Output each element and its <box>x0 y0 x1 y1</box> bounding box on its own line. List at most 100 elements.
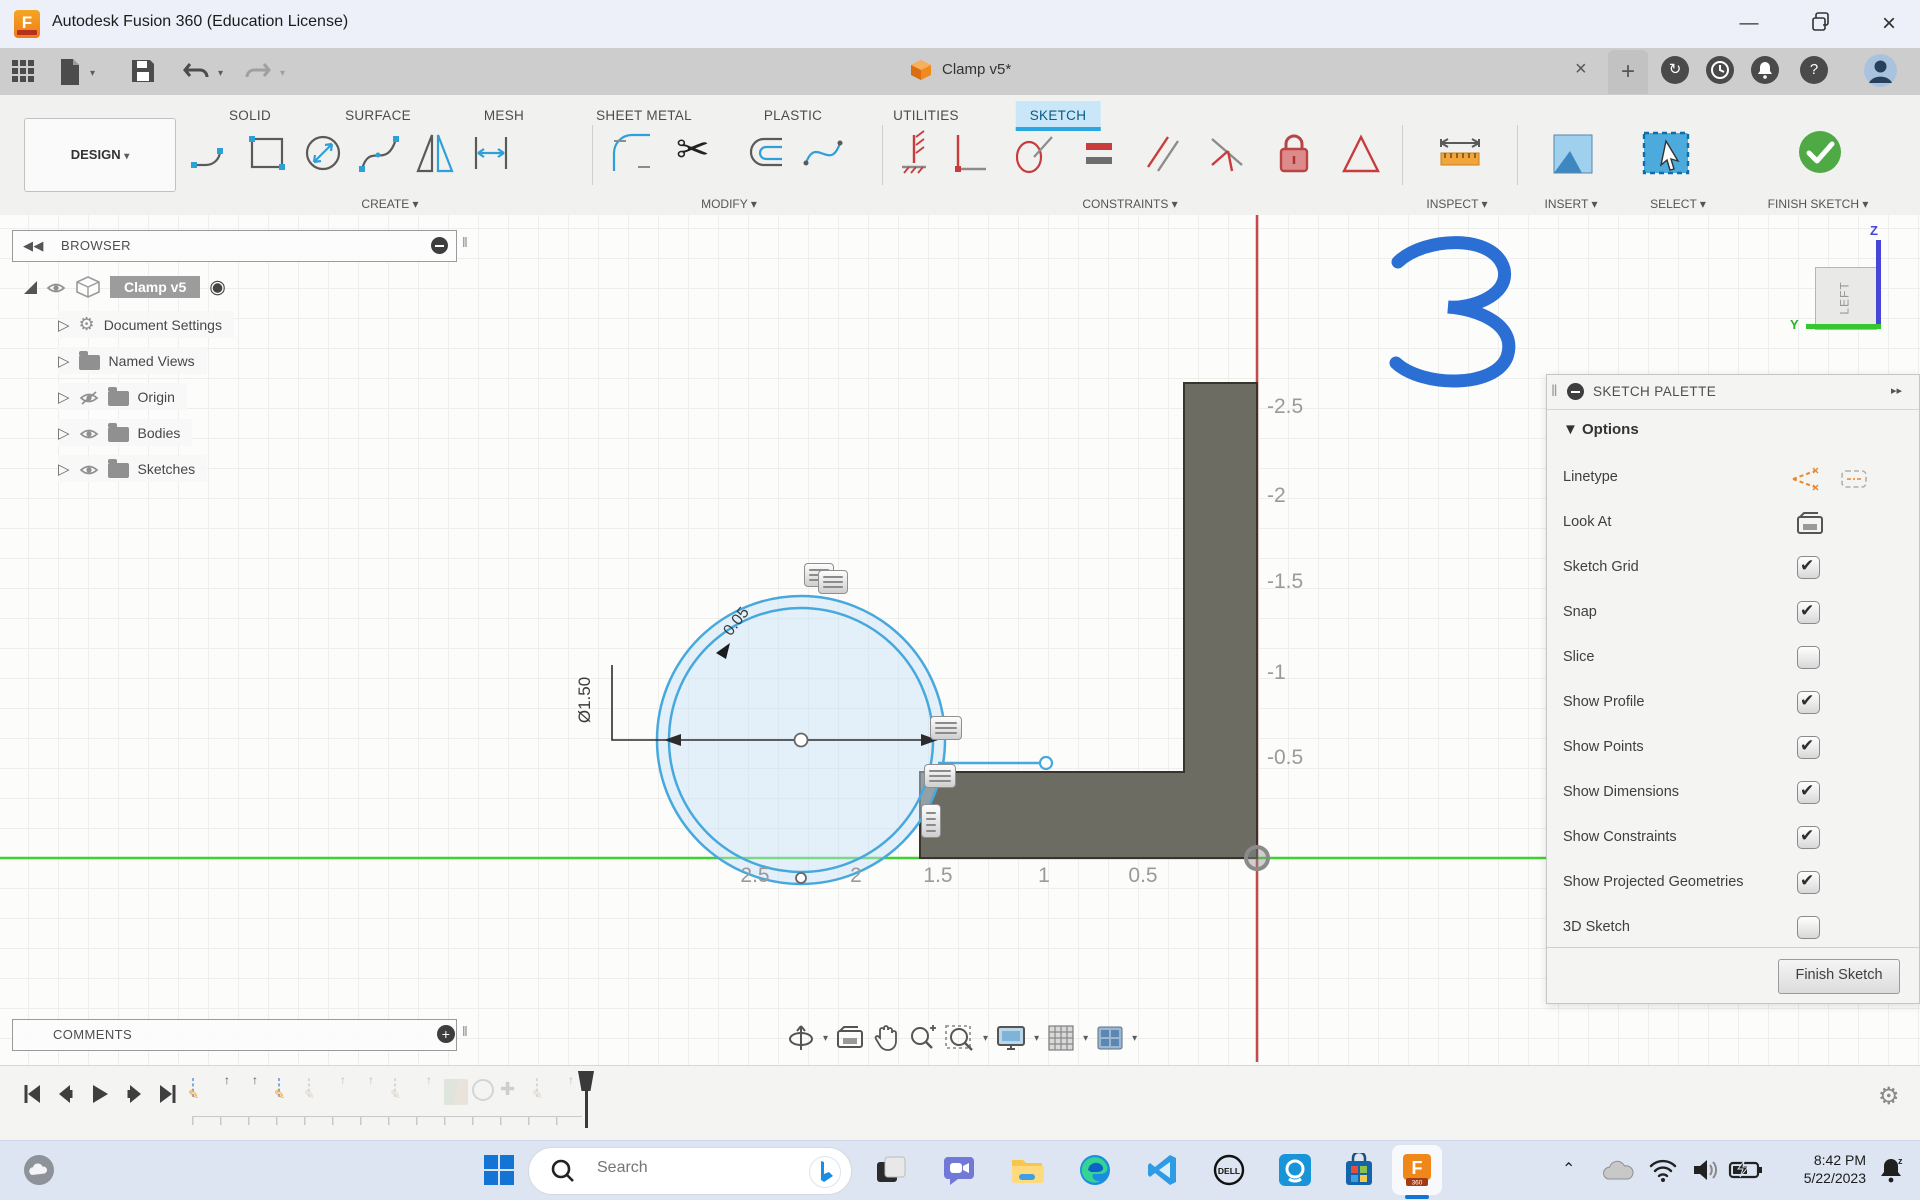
notifications-bell-icon[interactable] <box>1751 56 1779 84</box>
browser-item-document-settings[interactable]: ▷ ⚙ Document Settings <box>58 311 234 338</box>
file-explorer-icon[interactable] <box>1010 1153 1044 1187</box>
timeline-feature-component-suppressed[interactable] <box>472 1079 494 1101</box>
timeline-feature-sketch[interactable] <box>192 1078 194 1097</box>
job-status-icon[interactable]: ↻ <box>1661 56 1689 84</box>
expand-triangle-icon[interactable] <box>24 281 37 294</box>
browser-minimize-icon[interactable] <box>431 237 448 254</box>
tray-clock[interactable]: 8:42 PM 5/22/2023 <box>1770 1151 1866 1187</box>
group-finish-sketch[interactable]: FINISH SKETCH ▾ <box>1768 197 1869 211</box>
task-view-icon[interactable] <box>874 1153 908 1187</box>
browser-root-row[interactable]: Clamp v5 ◉ <box>24 272 238 302</box>
construction-linetype-icon[interactable] <box>1789 465 1819 493</box>
origin-point[interactable] <box>1246 847 1268 869</box>
collapsed-caret-icon[interactable]: ▷ <box>58 424 70 442</box>
browser-item-sketches[interactable]: ▷ Sketches <box>58 455 207 482</box>
group-select[interactable]: SELECT ▾ <box>1650 197 1706 211</box>
parallel-constraint-icon[interactable] <box>1140 127 1186 179</box>
trim-tool-icon[interactable]: ✂ <box>676 127 722 179</box>
lock-icon[interactable] <box>1270 127 1316 179</box>
look-at-icon[interactable] <box>1795 508 1825 538</box>
offset-tool-icon[interactable] <box>742 127 788 179</box>
timeline-feature-mirror-suppressed[interactable] <box>444 1079 468 1105</box>
palette-grip-icon[interactable]: ‖ <box>1551 383 1558 401</box>
timeline-feature-sketch-suppressed[interactable] <box>536 1078 538 1097</box>
clamp-body-section[interactable] <box>920 383 1257 858</box>
collapsed-caret-icon[interactable]: ▷ <box>58 460 70 478</box>
file-icon[interactable] <box>58 58 88 86</box>
save-icon[interactable] <box>130 58 160 86</box>
step-forward-icon[interactable] <box>122 1082 146 1106</box>
browser-panel-header[interactable]: ◀◀ BROWSER <box>12 230 457 262</box>
centerline-linetype-icon[interactable] <box>1839 465 1869 493</box>
timeline-feature-sketch-suppressed[interactable] <box>394 1078 396 1097</box>
orbit-icon[interactable] <box>786 1022 816 1054</box>
equal-constraint-icon[interactable] <box>1076 127 1122 179</box>
new-document-tab-icon[interactable]: + <box>1608 50 1648 94</box>
perpendicular-constraint-icon[interactable] <box>1204 127 1250 179</box>
group-insert[interactable]: INSERT ▾ <box>1545 197 1598 211</box>
palette-expand-icon[interactable]: ▸▸ <box>1891 384 1902 397</box>
group-inspect[interactable]: INSPECT ▾ <box>1426 197 1487 211</box>
fix-constraint-icon[interactable] <box>892 127 938 179</box>
view-cube[interactable]: LEFT Z Y <box>1788 225 1918 340</box>
circle-center-point[interactable] <box>795 734 808 747</box>
comments-bar[interactable]: COMMENTS + <box>12 1019 457 1051</box>
activate-radio-icon[interactable]: ◉ <box>209 276 226 299</box>
onedrive-icon[interactable] <box>1600 1157 1634 1191</box>
display-dropdown-caret[interactable]: ▾ <box>1034 1033 1039 1044</box>
undo-dropdown-caret[interactable]: ▾ <box>218 68 223 79</box>
grid-display-icon[interactable] <box>1046 1022 1076 1054</box>
close-icon[interactable]: × <box>1861 0 1917 47</box>
sketch-endpoint[interactable] <box>1040 757 1052 769</box>
browser-item-bodies[interactable]: ▷ Bodies <box>58 419 192 446</box>
window-zoom-dropdown-caret[interactable]: ▾ <box>983 1033 988 1044</box>
group-constraints[interactable]: CONSTRAINTS ▾ <box>1082 197 1177 211</box>
sketch-dimension-icon[interactable] <box>468 127 514 179</box>
weather-icon[interactable] <box>22 1153 56 1187</box>
avatar[interactable] <box>1864 54 1897 87</box>
close-document-icon[interactable]: × <box>1575 58 1587 81</box>
zoom-icon[interactable] <box>907 1022 937 1054</box>
fusion360-taskbar-icon[interactable]: F360 <box>1400 1153 1434 1187</box>
fillet-tool-icon[interactable] <box>606 127 652 179</box>
bing-icon[interactable] <box>809 1156 841 1188</box>
help-icon[interactable]: ? <box>1800 56 1828 84</box>
snap-checkbox[interactable] <box>1797 601 1820 624</box>
window-zoom-icon[interactable] <box>944 1022 976 1054</box>
3d-sketch-checkbox[interactable] <box>1797 916 1820 939</box>
group-modify[interactable]: MODIFY ▾ <box>701 197 757 211</box>
orbit-dropdown-caret[interactable]: ▾ <box>823 1033 828 1044</box>
spline-tool-icon[interactable] <box>356 127 402 179</box>
collapsed-caret-icon[interactable]: ▷ <box>58 316 70 334</box>
eye-icon[interactable] <box>79 426 99 440</box>
redo-icon[interactable] <box>244 58 274 86</box>
eye-icon[interactable] <box>79 462 99 476</box>
show-profile-checkbox[interactable] <box>1797 691 1820 714</box>
collapsed-caret-icon[interactable]: ▷ <box>58 352 70 370</box>
go-to-start-icon[interactable] <box>20 1082 44 1106</box>
minimize-icon[interactable]: — <box>1721 0 1777 47</box>
browser-item-label[interactable]: Named Views <box>109 353 195 369</box>
add-comment-icon[interactable]: + <box>437 1025 455 1043</box>
focus-bell-icon[interactable]: z <box>1876 1155 1910 1189</box>
grid-dropdown-caret[interactable]: ▾ <box>1083 1033 1088 1044</box>
pan-icon[interactable] <box>872 1022 900 1054</box>
triangle-symmetry-icon[interactable] <box>1338 127 1384 179</box>
collapsed-caret-icon[interactable]: ▷ <box>58 388 70 406</box>
app-grid-icon[interactable] <box>10 58 40 86</box>
taskbar-search[interactable] <box>528 1147 852 1195</box>
start-icon[interactable] <box>482 1153 516 1187</box>
sketch-grid-checkbox[interactable] <box>1797 556 1820 579</box>
circle-bottom-point[interactable] <box>796 873 806 883</box>
battery-icon[interactable] <box>1728 1157 1762 1191</box>
show-dimensions-checkbox[interactable] <box>1797 781 1820 804</box>
browser-grip-icon[interactable]: ‖ <box>462 234 468 250</box>
group-create[interactable]: CREATE ▾ <box>361 197 418 211</box>
fix-constraint-badge[interactable] <box>921 804 941 838</box>
tangent-constraint-icon[interactable] <box>1010 127 1056 179</box>
edge-icon[interactable] <box>1078 1153 1112 1187</box>
timeline-settings-gear-icon[interactable]: ⚙ <box>1878 1082 1900 1111</box>
look-at-icon[interactable] <box>835 1022 865 1054</box>
horizontal-vertical-constraint-icon[interactable] <box>946 127 992 179</box>
alexa-icon[interactable] <box>1278 1153 1312 1187</box>
